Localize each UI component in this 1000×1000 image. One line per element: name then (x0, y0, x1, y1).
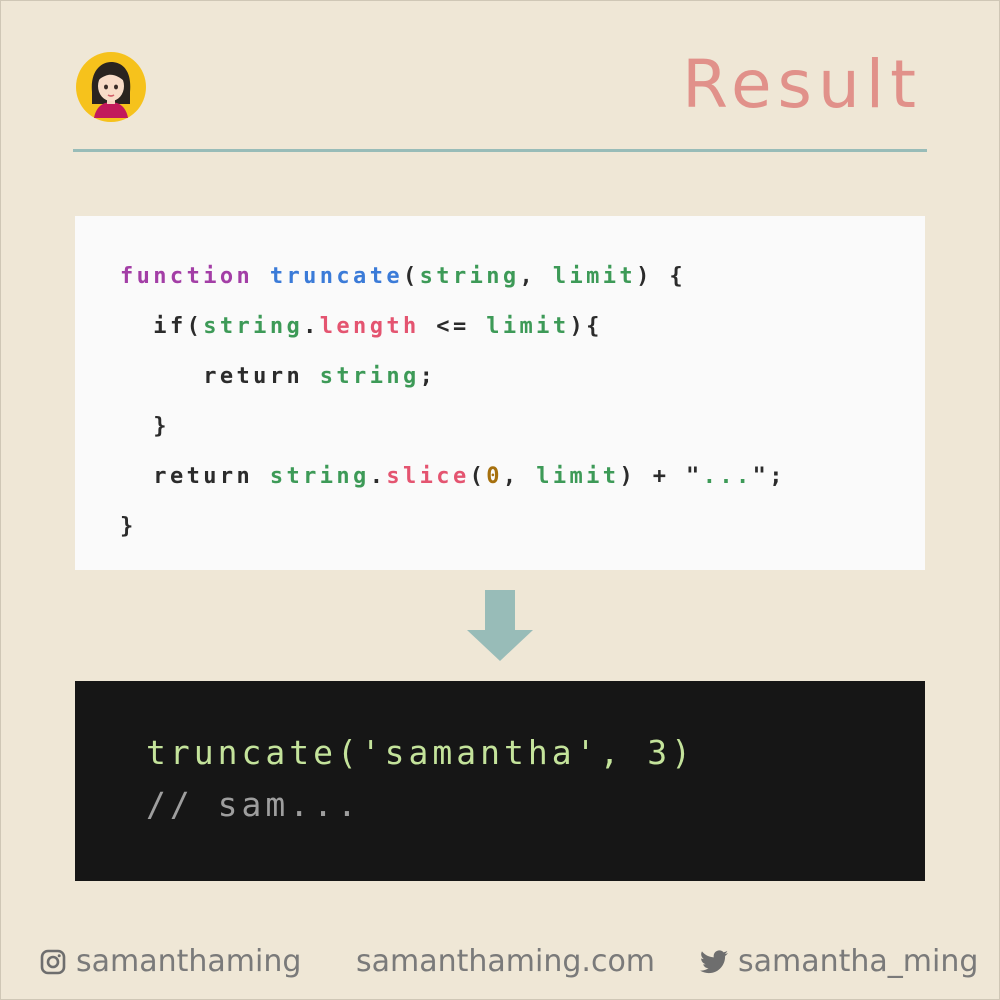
console-result: // sam... (146, 785, 361, 824)
code-listing: function truncate(string, limit) { if(st… (120, 252, 786, 552)
code-punct: ( (469, 464, 487, 489)
footer-website[interactable]: samanthaming.com (356, 940, 655, 984)
code-property: length (319, 314, 420, 339)
code-keyword: function (120, 264, 254, 289)
code-punct: ( (403, 264, 420, 289)
code-punct: } (120, 514, 137, 539)
code-param: string (319, 364, 420, 389)
code-operator: <= (436, 314, 470, 339)
code-punct: . (369, 464, 387, 489)
code-keyword: return (203, 364, 304, 389)
code-punct: } (153, 414, 170, 439)
code-property: slice (386, 464, 470, 489)
code-punct: ){ (569, 314, 603, 339)
code-punct: , (519, 264, 537, 289)
code-function-name: truncate (269, 264, 403, 289)
code-punct: . (303, 314, 320, 339)
code-param: limit (552, 264, 637, 289)
footer-twitter[interactable]: samantha_ming (700, 940, 978, 984)
code-punct: , (502, 464, 520, 489)
code-param: string (419, 264, 520, 289)
instagram-handle: samanthaming (76, 944, 302, 979)
console-call: truncate('samantha', 3) (146, 733, 695, 772)
page-title: Result (682, 46, 922, 123)
code-punct: "; (752, 464, 786, 489)
code-punct: ) + " (619, 464, 703, 489)
twitter-handle: samantha_ming (738, 944, 979, 979)
code-punct: ) { (636, 264, 687, 289)
instagram-icon (40, 949, 66, 975)
code-string: ... (702, 464, 753, 489)
code-punct: ; (419, 364, 437, 389)
code-param: limit (536, 464, 620, 489)
twitter-icon (700, 950, 728, 974)
console-output: truncate('samantha', 3) // sam... (75, 681, 925, 881)
code-param: limit (486, 314, 570, 339)
avatar-icon (76, 52, 146, 122)
code-number: 0 (486, 464, 503, 489)
code-keyword: return (153, 464, 254, 489)
code-keyword: if( (153, 314, 204, 339)
arrow-down-icon (467, 590, 533, 661)
footer-instagram[interactable]: samanthaming (40, 940, 301, 984)
website-link: samanthaming.com (356, 944, 656, 979)
header-divider (73, 149, 927, 152)
code-card: function truncate(string, limit) { if(st… (75, 216, 925, 570)
code-param: string (203, 314, 304, 339)
code-param: string (269, 464, 370, 489)
